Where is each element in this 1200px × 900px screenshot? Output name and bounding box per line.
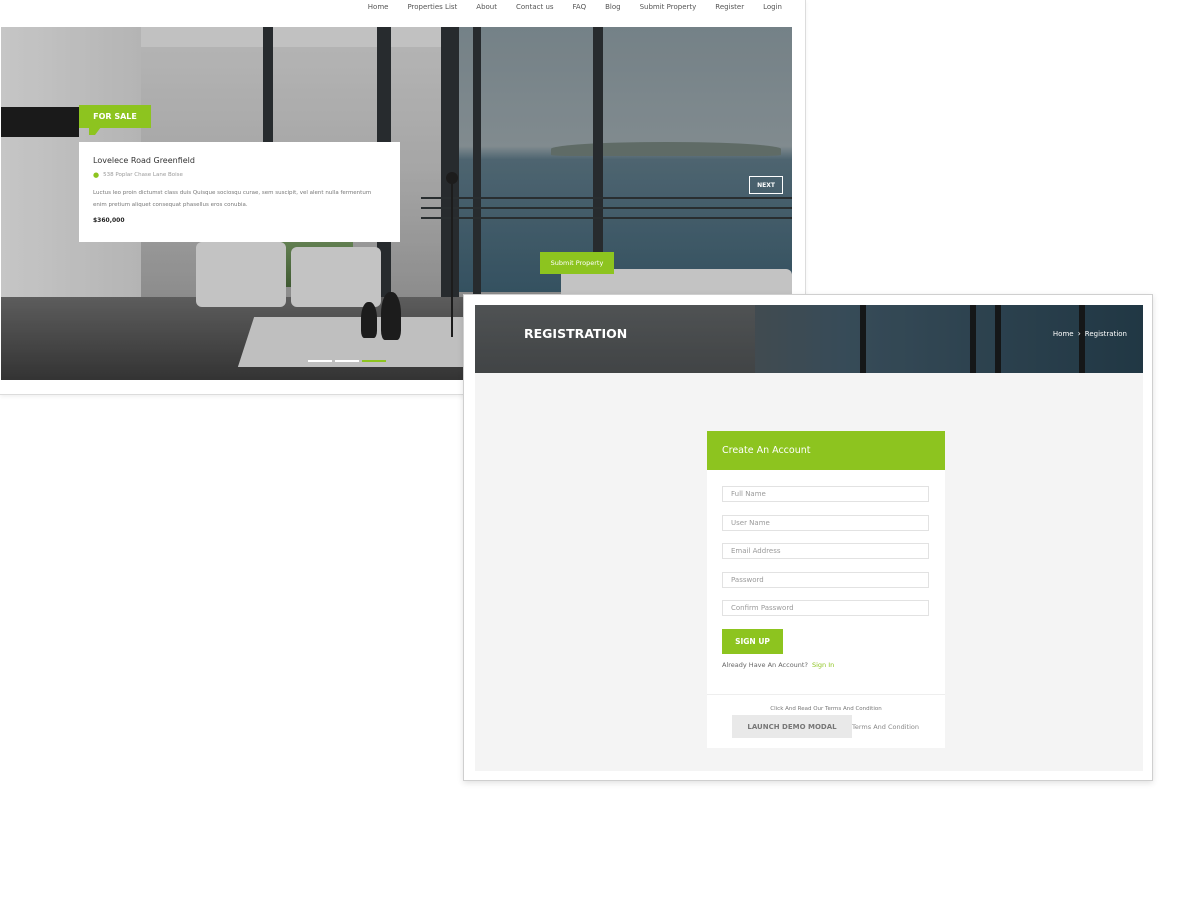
terms-note: Click And Read Our Terms And Condition — [770, 706, 882, 712]
form-footer: Click And Read Our Terms And Condition L… — [707, 694, 945, 748]
slider-dot[interactable] — [335, 360, 359, 362]
property-description: Luctus leo proin dictumst class duis Qui… — [93, 190, 372, 208]
nav-item-submit-property[interactable]: Submit Property — [640, 3, 697, 11]
property-price: $360,000 — [93, 217, 125, 224]
breadcrumb-separator-icon: › — [1077, 329, 1081, 338]
password-field[interactable]: Password — [722, 571, 929, 588]
form-title: Create An Account — [707, 431, 945, 470]
form-fields: Full Name User Name Email Address Passwo… — [707, 470, 945, 616]
slider-dot-active[interactable] — [362, 360, 386, 362]
email-field[interactable]: Email Address — [722, 543, 929, 559]
nav-item-home[interactable]: Home — [368, 3, 389, 11]
nav-item-about[interactable]: About — [476, 3, 497, 11]
nav-item-blog[interactable]: Blog — [605, 3, 620, 11]
sign-in-link[interactable]: Sign In — [812, 661, 834, 669]
breadcrumb-current: Registration — [1084, 329, 1127, 338]
registration-content: Create An Account Full Name User Name Em… — [475, 373, 1143, 771]
full-name-field[interactable]: Full Name — [722, 486, 929, 502]
slider-indicators — [308, 360, 389, 362]
already-account-text: Already Have An Account? Sign In — [722, 661, 945, 669]
create-account-form: Create An Account Full Name User Name Em… — [707, 431, 945, 748]
map-pin-icon: ● — [93, 171, 100, 179]
user-name-field[interactable]: User Name — [722, 514, 929, 531]
badge-notch — [89, 127, 101, 135]
nav-item-properties-list[interactable]: Properties List — [407, 3, 457, 11]
nav-item-login[interactable]: Login — [763, 3, 782, 11]
nav-item-contact[interactable]: Contact us — [516, 3, 554, 11]
launch-demo-modal-button[interactable]: LAUNCH DEMO MODAL — [732, 715, 852, 738]
page-title: REGISTRATION — [524, 326, 628, 341]
property-address-text: 538 Poplar Chase Lane Boise — [103, 172, 183, 178]
property-address: ● 538 Poplar Chase Lane Boise — [93, 171, 386, 179]
property-title[interactable]: Lovelece Road Greenfield — [93, 156, 386, 165]
for-sale-label: FOR SALE — [93, 112, 137, 121]
next-slide-button[interactable]: NEXT — [749, 176, 783, 194]
breadcrumb-home[interactable]: Home — [1053, 330, 1074, 338]
nav-menu: Home Properties List About Contact us FA… — [349, 3, 782, 11]
page-banner: REGISTRATION Home › Registration — [475, 305, 1143, 373]
top-navigation: Home Properties List About Contact us FA… — [0, 0, 792, 27]
submit-property-button[interactable]: Submit Property — [540, 252, 614, 274]
slider-dot[interactable] — [308, 360, 332, 362]
already-account-label: Already Have An Account? — [722, 660, 808, 669]
for-sale-badge: FOR SALE — [79, 105, 151, 135]
sign-up-button[interactable]: SIGN UP — [722, 628, 783, 654]
property-card[interactable]: Lovelece Road Greenfield ● 538 Poplar Ch… — [79, 142, 400, 242]
terms-link[interactable]: Terms And Condition — [852, 723, 919, 731]
confirm-password-field[interactable]: Confirm Password — [722, 600, 929, 616]
nav-item-register[interactable]: Register — [715, 3, 744, 11]
nav-item-faq[interactable]: FAQ — [573, 3, 587, 11]
breadcrumb: Home › Registration — [1053, 329, 1127, 338]
registration-page-screenshot: REGISTRATION Home › Registration Create … — [463, 294, 1153, 781]
modal-row: LAUNCH DEMO MODAL Terms And Condition — [732, 715, 945, 738]
